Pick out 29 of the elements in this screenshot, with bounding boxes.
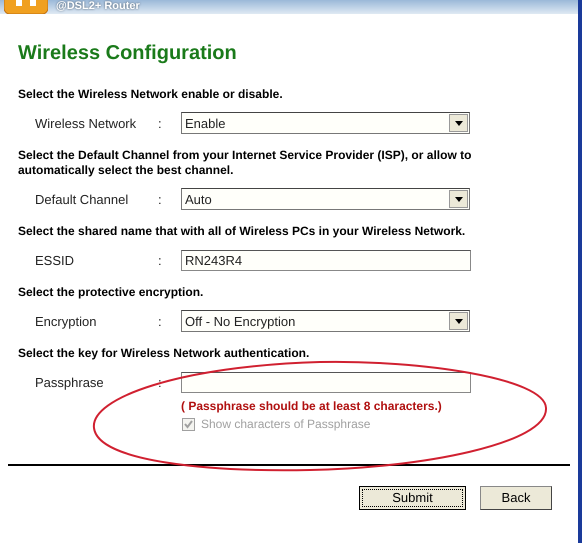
page-title: Wireless Configuration (18, 42, 238, 65)
section-heading: Select the key for Wireless Network authentication. (18, 346, 310, 361)
caret-icon (454, 196, 462, 202)
colon: : (158, 314, 163, 328)
field-label: Wireless Network (34, 116, 138, 130)
field-label: Encryption (34, 314, 98, 328)
colon: : (158, 374, 163, 390)
colon: : (158, 192, 163, 206)
caret-icon (454, 318, 462, 324)
form-button[interactable]: Back (480, 486, 552, 510)
field-label: Default Channel (34, 192, 130, 206)
colon: : (158, 116, 163, 130)
caret-icon (454, 120, 462, 126)
dropdown[interactable]: Off - No Encryption (181, 310, 470, 332)
dropdown[interactable]: Auto (181, 188, 470, 210)
header-title: @DSL2+ Router (56, 0, 140, 12)
field-label: Passphrase (34, 374, 105, 390)
section-heading: Select the shared name that with all of Wireless PCs in your Wireless Network. (18, 224, 466, 239)
checkmark-icon (184, 420, 193, 428)
error-message: ( Passphrase should be at least 8 characters.) (181, 399, 443, 413)
colon: : (158, 252, 163, 268)
field-label: ESSID (34, 252, 76, 268)
dropdown[interactable]: Enable (181, 112, 470, 134)
input-field[interactable]: RN243R4 (181, 250, 471, 270)
input-field[interactable] (181, 372, 471, 392)
section-heading: Select the protective encryption. (18, 285, 204, 300)
form-button[interactable]: Submit (359, 486, 466, 510)
section-heading: Select the Default Channel from your Internet Service Provider (ISP), or allow to automatically select the best channel. (18, 148, 472, 178)
section-heading: Select the Wireless Network enable or disable. (18, 87, 284, 102)
